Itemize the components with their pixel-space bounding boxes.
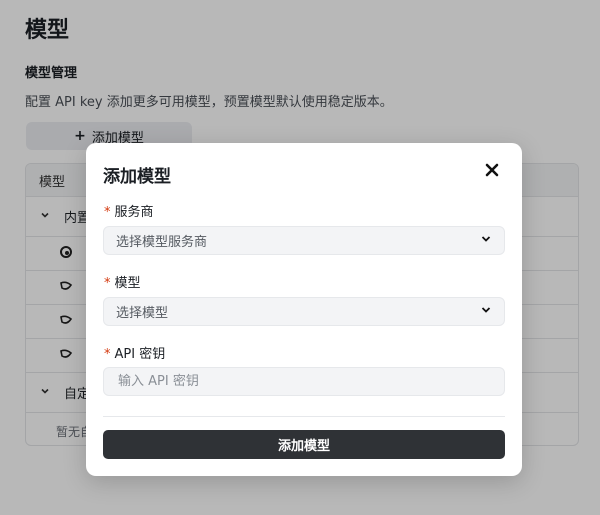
- provider-label: * 服务商: [104, 205, 154, 220]
- required-mark: *: [104, 205, 111, 220]
- model-select[interactable]: 选择模型: [103, 297, 505, 326]
- add-model-submit-button[interactable]: 添加模型: [103, 430, 505, 459]
- close-icon: [485, 162, 499, 181]
- provider-select[interactable]: 选择模型服务商: [103, 226, 505, 255]
- api-key-input[interactable]: [103, 367, 505, 396]
- chevron-down-icon: [480, 233, 492, 249]
- model-select-value: 选择模型: [116, 306, 169, 321]
- provider-select-value: 选择模型服务商: [116, 235, 208, 250]
- model-label: * 模型: [104, 276, 141, 291]
- add-model-dialog: 添加模型 *服务商 选择模型服务商 *模型 选择模型 *API 密钥 添加模型: [86, 143, 522, 476]
- dialog-title: 添加模型: [103, 167, 171, 187]
- api-key-label: * API 密钥: [104, 347, 166, 362]
- required-mark: *: [104, 276, 111, 291]
- divider: [103, 416, 505, 417]
- close-button[interactable]: [482, 161, 502, 181]
- required-mark: *: [104, 347, 111, 362]
- chevron-down-icon: [480, 304, 492, 320]
